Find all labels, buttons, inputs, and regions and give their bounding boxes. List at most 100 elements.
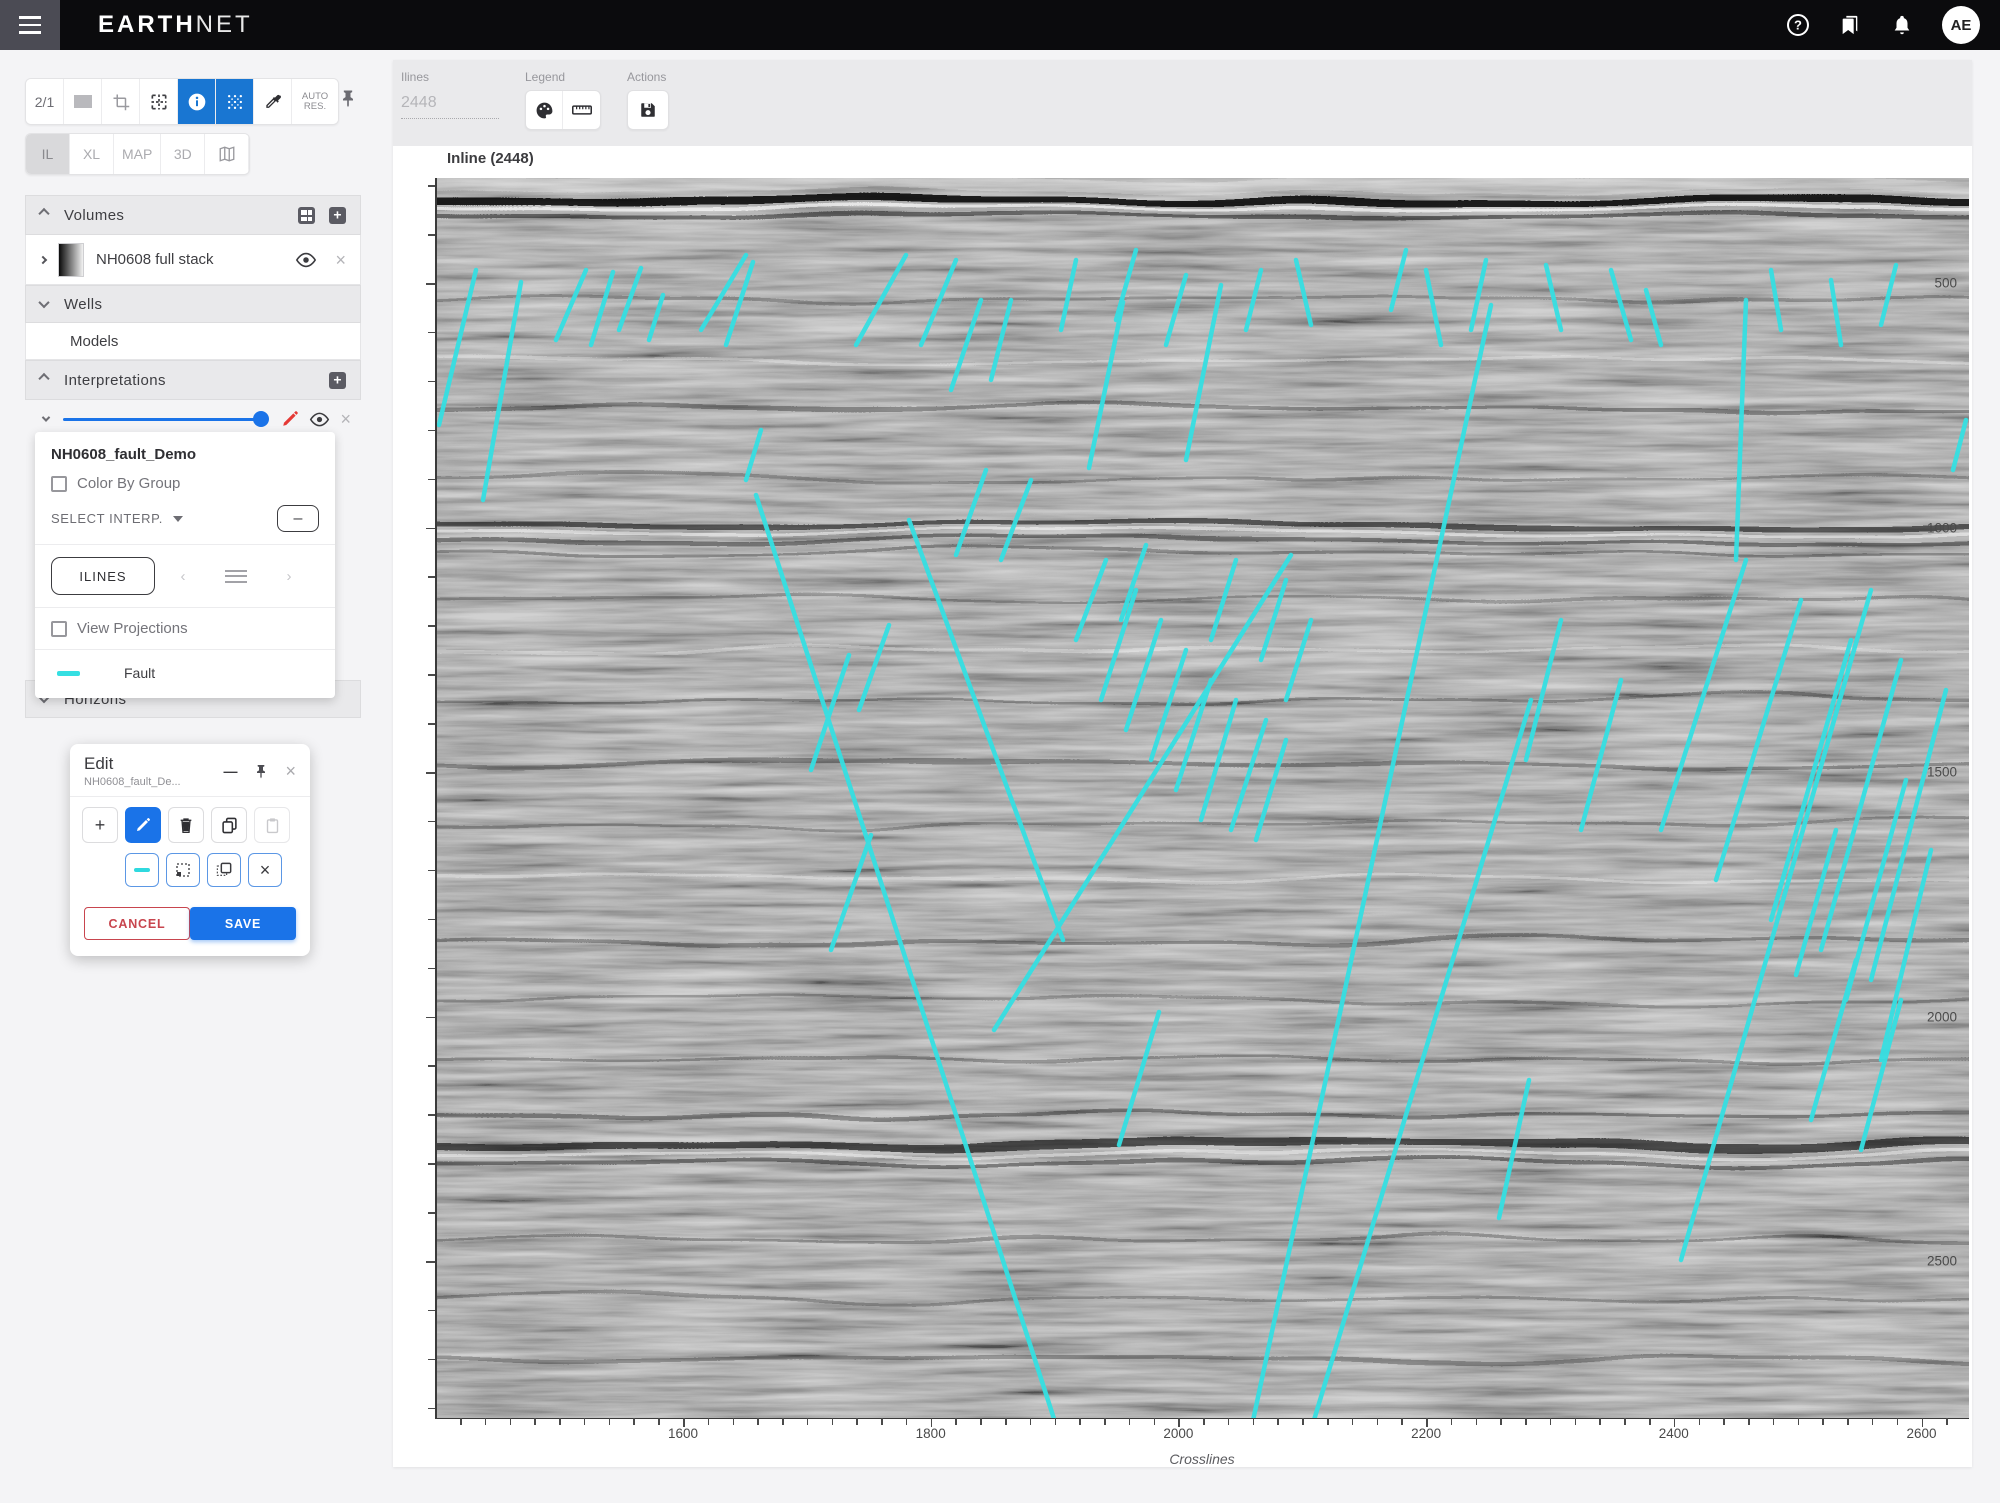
save-button[interactable]: SAVE	[190, 907, 296, 940]
select-interp-dropdown[interactable]: SELECT INTERP.	[51, 511, 163, 526]
x-axis-tick	[1476, 1418, 1478, 1425]
colorbar-legend-button[interactable]	[526, 91, 563, 129]
prev-line-button[interactable]: ‹	[163, 568, 203, 585]
visibility-icon[interactable]	[309, 412, 330, 427]
swatch-icon	[74, 95, 92, 108]
copy-button[interactable]	[211, 807, 247, 843]
view-tab-map[interactable]: MAP	[114, 134, 161, 174]
y-axis-tick-label: 1500	[1927, 765, 1957, 780]
x-axis-tick	[485, 1418, 487, 1425]
next-line-button[interactable]: ›	[269, 568, 309, 585]
view-projections-checkbox[interactable]	[51, 621, 67, 637]
remove-volume-icon[interactable]: ×	[335, 251, 346, 269]
x-axis-tick	[534, 1418, 536, 1425]
y-axis-tick	[428, 723, 435, 725]
y-axis-tick	[428, 576, 435, 578]
slider-knob[interactable]	[253, 411, 269, 427]
fault-line-icon	[134, 868, 150, 872]
edit-pencil-icon[interactable]	[281, 410, 299, 428]
x-axis-tick	[1773, 1418, 1775, 1425]
x-axis-tick	[1203, 1418, 1205, 1425]
info-toggle-button[interactable]	[178, 79, 216, 124]
x-axis-tick	[708, 1418, 710, 1425]
draw-fault-button[interactable]	[125, 807, 161, 843]
select-region-button[interactable]	[166, 853, 200, 887]
interpretations-section-header[interactable]: Interpretations	[25, 360, 361, 400]
auto-res-button[interactable]: AUTO RES.	[292, 79, 338, 124]
grid-snap-button[interactable]	[140, 79, 178, 124]
hamburger-icon	[19, 14, 41, 37]
delete-fault-button[interactable]	[168, 807, 204, 843]
y-axis-tick	[428, 332, 435, 334]
remove-interpretation-icon[interactable]: ×	[340, 410, 351, 428]
fault-color-swatch	[57, 671, 80, 676]
close-dialog-icon[interactable]: ×	[285, 761, 296, 782]
ilines-input[interactable]	[401, 90, 499, 119]
cancel-button[interactable]: CANCEL	[84, 907, 190, 940]
wells-section-header[interactable]: Wells	[25, 285, 361, 323]
grid-points-toggle-button[interactable]	[216, 79, 254, 124]
x-axis-tick	[633, 1418, 635, 1425]
opacity-slider[interactable]	[63, 418, 267, 421]
pin-dialog-icon[interactable]	[253, 763, 269, 779]
x-axis-tick	[1500, 1418, 1502, 1425]
interpretations-add-icon[interactable]	[329, 372, 346, 389]
add-fault-button[interactable]: +	[82, 807, 118, 843]
x-axis-tick	[1302, 1418, 1304, 1425]
volume-item[interactable]: NH0608 full stack ×	[25, 235, 361, 285]
x-axis-tick	[1079, 1418, 1081, 1425]
pin-toolbar-icon[interactable]	[338, 88, 358, 108]
view-projections-option[interactable]: View Projections	[51, 608, 319, 649]
view-tab-3d[interactable]: 3D	[161, 134, 205, 174]
x-axis-tick-label: 2200	[1411, 1426, 1441, 1441]
user-avatar[interactable]: AE	[1942, 6, 1980, 44]
x-axis-tick	[510, 1418, 512, 1425]
models-section-header[interactable]: Models	[25, 323, 361, 360]
view-tab-xl[interactable]: XL	[70, 134, 114, 174]
crop-button[interactable]	[102, 79, 140, 124]
x-axis-tick-label: 2600	[1906, 1426, 1936, 1441]
scalebar-legend-button[interactable]	[563, 91, 600, 129]
x-axis-tick	[609, 1418, 611, 1425]
volumes-grid-icon[interactable]	[298, 207, 315, 224]
logo-bold: EARTH	[98, 11, 196, 38]
line-style-button[interactable]	[125, 853, 159, 887]
visibility-icon[interactable]	[295, 252, 317, 268]
hamburger-menu-button[interactable]	[0, 0, 60, 50]
x-axis-tick	[1327, 1418, 1329, 1425]
eyedropper-icon	[264, 93, 282, 111]
dashed-grid-icon	[149, 92, 169, 112]
y-axis-tick	[428, 1212, 435, 1214]
select-object-button[interactable]	[207, 853, 241, 887]
color-by-group-option[interactable]: Color By Group	[51, 475, 319, 492]
palette-icon	[535, 101, 554, 120]
map-view-button[interactable]	[205, 134, 249, 174]
save-view-button[interactable]	[628, 91, 668, 129]
expand-icon[interactable]	[39, 255, 47, 263]
volumes-section-header[interactable]: Volumes	[25, 195, 361, 235]
x-axis-tick	[1277, 1418, 1279, 1425]
aspect-ratio-button[interactable]: 2/1	[26, 79, 64, 124]
minimize-dialog-icon[interactable]: —	[223, 763, 237, 779]
object-select-icon	[216, 862, 232, 878]
notifications-icon[interactable]	[1890, 13, 1914, 37]
fault-label: Fault	[124, 665, 155, 681]
volumes-add-icon[interactable]	[329, 207, 346, 224]
color-by-group-checkbox[interactable]	[51, 476, 67, 492]
view-tab-il[interactable]: IL	[26, 134, 70, 174]
line-list-button[interactable]	[225, 570, 247, 583]
y-axis-tick	[428, 625, 435, 627]
y-axis-tick	[426, 1261, 435, 1263]
expand-icon[interactable]	[42, 413, 50, 421]
collapse-card-button[interactable]: –	[277, 505, 319, 532]
seismic-image[interactable]	[436, 178, 1969, 1418]
help-icon[interactable]: ?	[1786, 13, 1810, 37]
paste-button[interactable]	[254, 807, 290, 843]
x-axis-tick	[881, 1418, 883, 1425]
ilines-mode-button[interactable]: ILINES	[51, 557, 155, 595]
bookmark-icon[interactable]	[1838, 13, 1862, 37]
clear-selection-button[interactable]: ×	[248, 853, 282, 887]
picker-button[interactable]	[254, 79, 292, 124]
swatch-button[interactable]	[64, 79, 102, 124]
seismic-plot[interactable]: 5001000150020002500 16001800200022002400…	[435, 178, 1969, 1419]
